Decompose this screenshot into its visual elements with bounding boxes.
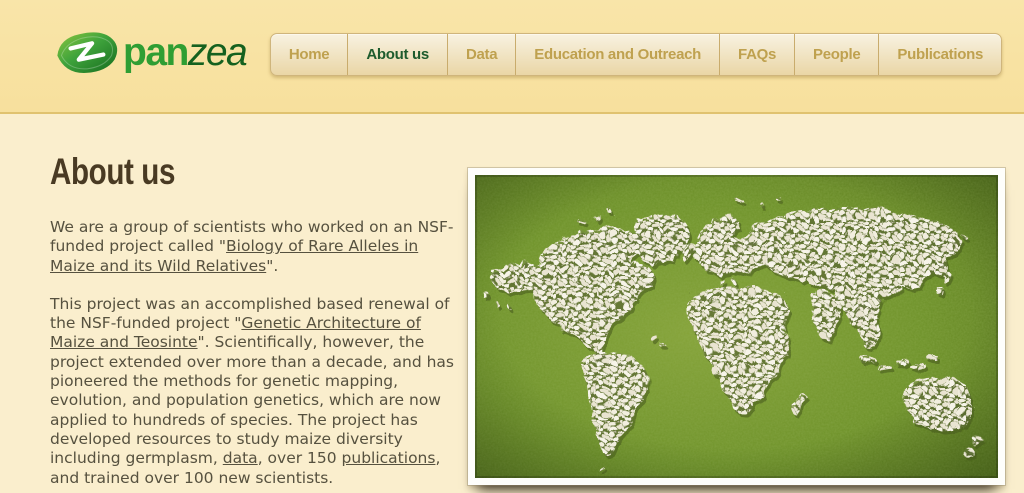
maize-world-map-image	[475, 175, 998, 478]
logo-part-zea: zea	[188, 31, 246, 74]
nav-tab[interactable]: About us	[348, 34, 448, 75]
site-header: panzea Home About us Data Education and …	[0, 0, 1024, 114]
nav-tab-label: About us	[366, 46, 429, 63]
nav-tab-label: FAQs	[738, 46, 776, 63]
paragraph-text: , over 150	[258, 449, 342, 467]
nav-tab[interactable]: Education and Outreach	[516, 34, 720, 75]
paragraph: We are a group of scientists who worked …	[50, 218, 462, 276]
nav-tab[interactable]: People	[795, 34, 879, 75]
logo-wordmark: panzea	[123, 33, 246, 72]
nav-tab-label: Education and Outreach	[534, 46, 701, 63]
page: panzea Home About us Data Education and …	[0, 0, 1024, 493]
world-map-photo	[468, 168, 1005, 485]
about-text: We are a group of scientists who worked …	[50, 218, 462, 488]
nav-tab[interactable]: Publications	[879, 34, 1001, 75]
nav-tab[interactable]: Data	[448, 34, 516, 75]
inline-link[interactable]: data	[223, 449, 258, 467]
nav-tab[interactable]: FAQs	[720, 34, 795, 75]
paragraph: This project was an accomplished based r…	[50, 295, 462, 488]
inline-link[interactable]: publications	[342, 449, 436, 467]
nav-tab-label: Home	[289, 46, 329, 63]
leaf-z-icon	[55, 29, 121, 76]
nav-tab[interactable]: Home	[271, 34, 348, 75]
site-logo[interactable]: panzea	[55, 29, 246, 76]
nav-tab-label: Publications	[897, 46, 983, 63]
paragraph-text: ".	[266, 257, 278, 275]
paragraph-text: ". Scientifically, however, the project …	[50, 333, 454, 467]
nav-tab-label: Data	[466, 46, 497, 63]
main-nav: Home About us Data Education and Outreac…	[270, 33, 1002, 76]
nav-tab-label: People	[813, 46, 860, 63]
logo-part-pan: pan	[123, 31, 188, 74]
